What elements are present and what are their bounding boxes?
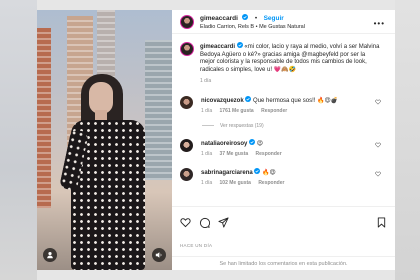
caption-time: 1 día bbox=[200, 78, 212, 85]
volume-icon[interactable] bbox=[152, 248, 166, 262]
comment-icon[interactable] bbox=[199, 217, 210, 228]
comment-text: 😍 bbox=[256, 140, 263, 147]
comments-limited-notice: Se han limitado los comentarios en esta … bbox=[172, 256, 395, 270]
verified-icon bbox=[236, 42, 243, 50]
background-right bbox=[395, 0, 420, 280]
author-username[interactable]: gimeaccardi bbox=[200, 15, 238, 22]
more-options-button[interactable]: ••• bbox=[374, 19, 385, 28]
post-video[interactable] bbox=[37, 10, 172, 270]
post-panel: gimeaccardi • Seguir Eladio Carrion, Rel… bbox=[172, 10, 395, 270]
woman-figure bbox=[58, 70, 147, 270]
comment-item: nataliaoreirosoy 😍 1 día 37 Me gusta Res… bbox=[180, 138, 387, 158]
follow-button[interactable]: Seguir bbox=[264, 15, 284, 22]
caption-username[interactable]: gimeaccardi bbox=[200, 44, 235, 50]
comment-likes[interactable]: 102 Me gusta bbox=[220, 180, 251, 186]
comment-item: sabrinagarciarena 🔥😍 1 día 102 Me gusta … bbox=[180, 167, 387, 187]
audio-label[interactable]: Eladio Carrion, Rels B • Me Gustas Natur… bbox=[200, 23, 305, 31]
post-date[interactable]: HACE UN DÍA bbox=[180, 243, 387, 248]
reply-button[interactable]: Responder bbox=[258, 180, 284, 186]
heart-icon[interactable] bbox=[180, 217, 191, 228]
comment-text: Que hermosa que sos!! 🔥😍💣 bbox=[253, 97, 339, 104]
comment-text: 🔥😍 bbox=[262, 169, 276, 176]
view-replies-button[interactable]: Ver respuestas (19) bbox=[202, 123, 387, 129]
comment-item: nicovazquezok Que hermosa que sos!! 🔥😍💣 … bbox=[180, 95, 387, 115]
comment-username[interactable]: sabrinagarciarena bbox=[201, 170, 253, 176]
avatar[interactable] bbox=[180, 42, 194, 56]
post-modal: gimeaccardi • Seguir Eladio Carrion, Rel… bbox=[37, 10, 395, 270]
comment-time: 1 día bbox=[201, 150, 213, 157]
heart-icon[interactable] bbox=[375, 99, 381, 105]
user-icon[interactable] bbox=[43, 248, 57, 262]
comment-likes[interactable]: 37 Me gusta bbox=[220, 151, 249, 157]
verified-icon bbox=[249, 138, 256, 147]
verified-icon bbox=[245, 95, 252, 104]
verified-icon bbox=[254, 167, 261, 176]
building bbox=[145, 40, 172, 180]
comment-time: 1 día bbox=[201, 107, 213, 114]
reply-button[interactable]: Responder bbox=[261, 108, 287, 114]
avatar[interactable] bbox=[180, 14, 194, 29]
action-bar: HACE UN DÍA bbox=[172, 206, 395, 248]
bookmark-icon[interactable] bbox=[376, 216, 387, 228]
comment-time: 1 día bbox=[201, 179, 213, 186]
avatar[interactable] bbox=[180, 167, 193, 181]
background-left bbox=[0, 0, 37, 280]
post-header: gimeaccardi • Seguir Eladio Carrion, Rel… bbox=[172, 10, 395, 34]
share-icon[interactable] bbox=[218, 216, 229, 228]
caption: gimeaccardi «mi color, lacio y raya al m… bbox=[180, 42, 387, 86]
avatar[interactable] bbox=[180, 138, 193, 152]
comment-likes[interactable]: 1761 Me gusta bbox=[220, 108, 254, 114]
reply-button[interactable]: Responder bbox=[256, 151, 282, 157]
comment-username[interactable]: nicovazquezok bbox=[201, 98, 244, 104]
comment-username[interactable]: nataliaoreirosoy bbox=[201, 141, 247, 147]
heart-icon[interactable] bbox=[375, 171, 381, 177]
heart-icon[interactable] bbox=[375, 142, 381, 148]
verified-icon bbox=[242, 7, 249, 24]
building bbox=[37, 28, 51, 208]
avatar[interactable] bbox=[180, 95, 193, 109]
